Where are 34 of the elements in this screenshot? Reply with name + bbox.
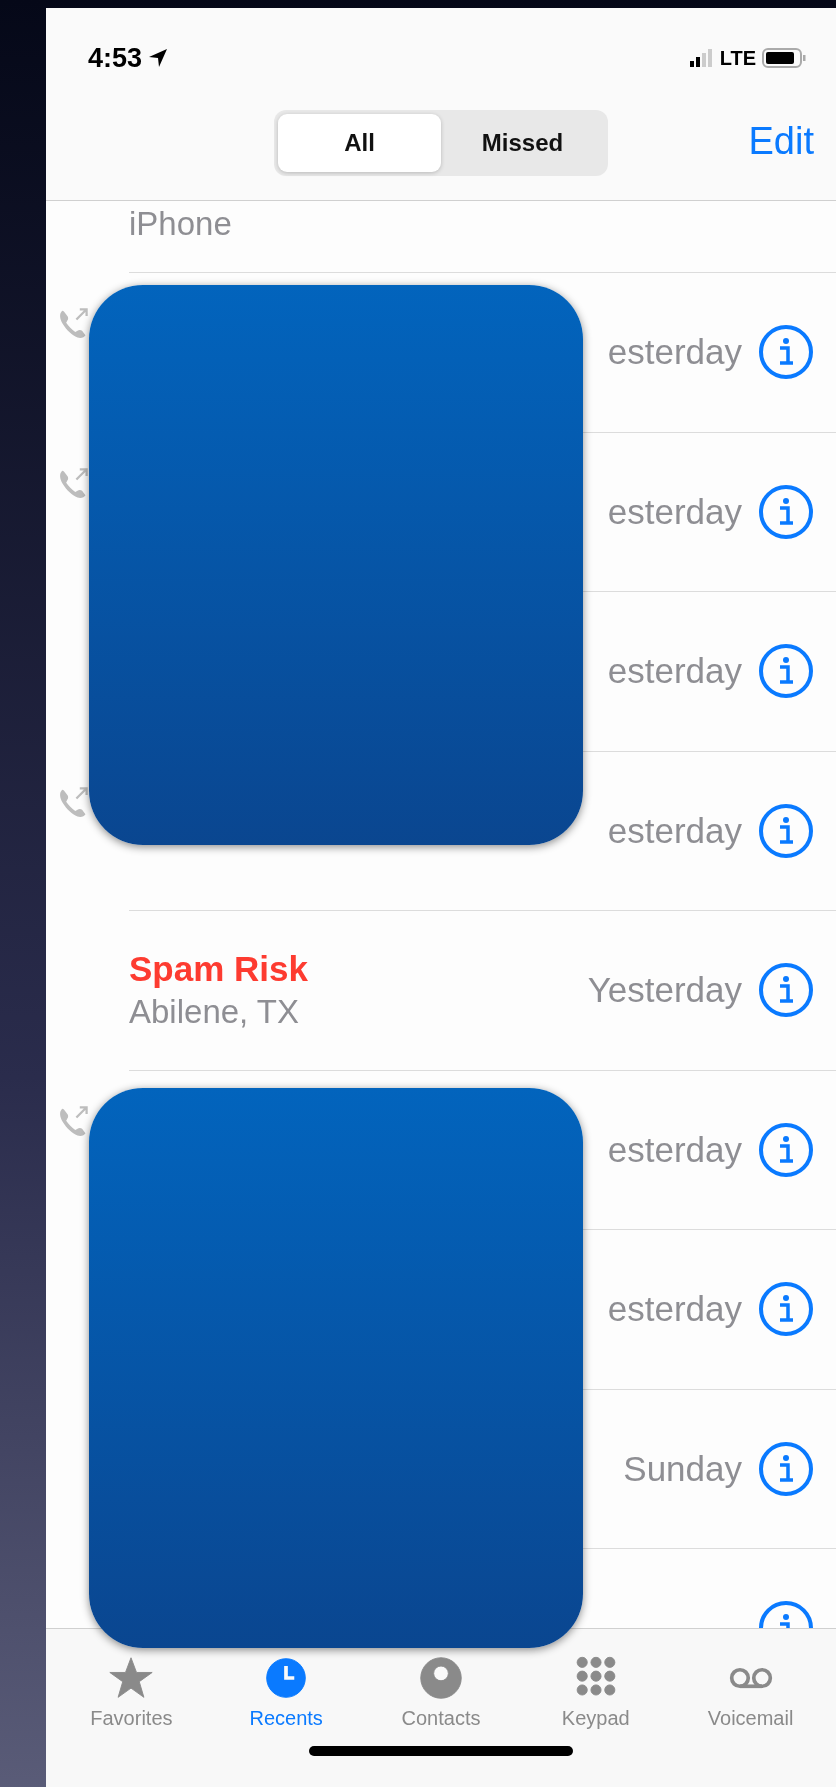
call-time: esterday [607,651,742,692]
info-icon[interactable] [758,802,814,859]
tab-bar-item[interactable]: Voicemail [707,1707,794,1730]
call-time: esterday [607,1289,742,1330]
battery-icon [762,48,806,68]
call-time: esterday [607,810,742,851]
caller-name: Spam Risk [129,949,309,990]
info-icon[interactable] [758,324,814,381]
edit-button[interactable]: Edit [748,110,814,173]
call-time: esterday [607,491,742,532]
call-time: esterday [607,1129,742,1170]
tab-bar-item[interactable]: Keypad [561,1707,630,1730]
call-time: Yesterday [587,970,742,1011]
filter-tab[interactable]: Missed [441,114,604,172]
star-icon[interactable] [108,1655,155,1701]
signal-icon [689,49,714,67]
info-icon[interactable] [758,643,814,700]
call-detail: iPhone [129,205,233,243]
network-label: LTE [719,46,756,70]
tab-bar-item[interactable]: Favorites [90,1707,173,1730]
info-icon[interactable] [758,962,814,1019]
info-icon[interactable] [758,1440,814,1497]
info-icon[interactable] [758,483,814,540]
location-arrow-icon [148,48,169,68]
info-icon[interactable] [758,1281,814,1338]
tab-bar-item[interactable]: Contacts [401,1707,481,1730]
person-icon[interactable] [418,1655,464,1701]
tab-bar-item[interactable]: Recents [249,1707,323,1730]
call-time: Sunday [623,1448,742,1489]
call-time: esterday [607,332,742,373]
clock-time: 4:53 [88,42,143,74]
call-detail: Abilene, TX [129,993,300,1032]
filter-tab[interactable]: All [278,114,441,172]
info-icon[interactable] [758,1121,814,1178]
